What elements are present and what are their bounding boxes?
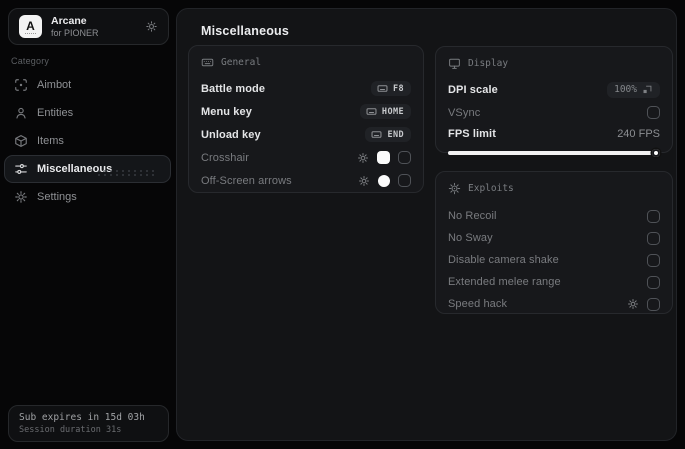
app-logo-letter: A bbox=[26, 18, 35, 33]
gear-icon[interactable] bbox=[357, 152, 369, 164]
display-header-label: Display bbox=[468, 57, 509, 69]
setting-label: No Recoil bbox=[448, 210, 497, 222]
setting-row-menu-key: Menu key HOME bbox=[201, 100, 411, 123]
setting-label: DPI scale bbox=[448, 83, 498, 96]
sidebar-item-aimbot[interactable]: Aimbot bbox=[4, 71, 171, 99]
setting-label: Menu key bbox=[201, 105, 252, 118]
setting-row-no-sway: No Sway bbox=[448, 227, 660, 249]
general-card: General Battle mode F8 Menu key HOME Unl… bbox=[188, 45, 424, 193]
keybind-unload-key[interactable]: END bbox=[365, 127, 411, 142]
gear-icon bbox=[14, 190, 28, 204]
display-header: Display bbox=[448, 56, 660, 70]
general-header-label: General bbox=[221, 56, 262, 68]
setting-row-battle-mode: Battle mode F8 bbox=[201, 77, 411, 100]
keyboard-icon bbox=[371, 129, 382, 140]
setting-row-speed-hack: Speed hack bbox=[448, 293, 660, 315]
setting-row-unload-key: Unload key END bbox=[201, 123, 411, 146]
fps-limit-slider[interactable] bbox=[448, 149, 660, 157]
sidebar-item-entities[interactable]: Entities bbox=[4, 99, 171, 127]
setting-row-fps-limit: FPS limit 240 FPS bbox=[448, 124, 660, 144]
extended-melee-range-checkbox[interactable] bbox=[647, 275, 660, 289]
setting-row-vsync: VSync bbox=[448, 101, 660, 124]
box-icon bbox=[14, 134, 28, 148]
setting-label: Disable camera shake bbox=[448, 254, 559, 266]
setting-label: FPS limit bbox=[448, 128, 496, 140]
setting-label: VSync bbox=[448, 106, 481, 119]
offscreen-arrows-color-swatch[interactable] bbox=[378, 174, 390, 187]
monitor-icon bbox=[448, 57, 461, 70]
sidebar-item-items[interactable]: Items bbox=[4, 127, 171, 155]
sub-expiry-text: Sub expires in 15d 03h bbox=[19, 412, 145, 423]
keybind-battle-mode[interactable]: F8 bbox=[370, 81, 411, 96]
scale-icon bbox=[642, 84, 653, 95]
sidebar: A Arcane for PIONER Category Aimbot Enti… bbox=[0, 0, 176, 449]
setting-row-crosshair: Crosshair bbox=[201, 146, 411, 169]
disable-camera-shake-checkbox[interactable] bbox=[647, 253, 660, 267]
setting-row-extended-melee-range: Extended melee range bbox=[448, 271, 660, 293]
keybind-value: END bbox=[387, 129, 404, 140]
keyboard-icon bbox=[366, 106, 377, 117]
app-titles: Arcane for PIONER bbox=[51, 15, 136, 39]
setting-label: Crosshair bbox=[201, 151, 249, 164]
sidebar-item-label: Entities bbox=[37, 107, 74, 119]
gear-icon[interactable] bbox=[145, 20, 158, 33]
sidebar-item-miscellaneous[interactable]: Miscellaneous bbox=[4, 155, 171, 183]
offscreen-arrows-checkbox[interactable] bbox=[398, 174, 411, 187]
subscription-card: Sub expires in 15d 03h Session duration … bbox=[8, 405, 169, 442]
setting-row-no-recoil: No Recoil bbox=[448, 205, 660, 227]
display-card: Display DPI scale 100% VSync FPS limit 2… bbox=[435, 46, 673, 157]
crosshair-checkbox[interactable] bbox=[398, 151, 411, 164]
app-header-card: A Arcane for PIONER bbox=[8, 8, 169, 45]
no-sway-checkbox[interactable] bbox=[647, 231, 660, 245]
keyboard-icon bbox=[201, 56, 214, 69]
setting-label: Battle mode bbox=[201, 82, 266, 95]
crosshair-color-swatch[interactable] bbox=[377, 151, 390, 164]
sidebar-item-settings[interactable]: Settings bbox=[4, 183, 171, 211]
setting-label: Extended melee range bbox=[448, 276, 561, 288]
app-window: A Arcane for PIONER Category Aimbot Enti… bbox=[0, 0, 685, 449]
main-panel: Miscellaneous General Battle mode F8 Men… bbox=[176, 8, 677, 441]
sidebar-nav: Aimbot Entities Items Miscellaneous Sett… bbox=[4, 71, 171, 211]
scan-icon bbox=[14, 78, 28, 92]
gear-icon[interactable] bbox=[627, 298, 639, 310]
no-recoil-checkbox[interactable] bbox=[647, 209, 660, 223]
category-label: Category bbox=[11, 56, 50, 66]
exploits-card: Exploits No Recoil No Sway Disable camer… bbox=[435, 171, 673, 314]
fps-limit-value: 240 FPS bbox=[617, 128, 660, 140]
setting-row-offscreen-arrows: Off-Screen arrows bbox=[201, 169, 411, 192]
vsync-checkbox[interactable] bbox=[647, 106, 660, 119]
keyboard-icon bbox=[377, 83, 388, 94]
sidebar-item-label: Aimbot bbox=[37, 79, 72, 91]
exploits-header: Exploits bbox=[448, 181, 660, 195]
setting-label: No Sway bbox=[448, 232, 493, 244]
keybind-value: HOME bbox=[381, 106, 404, 117]
slider-handle[interactable] bbox=[652, 149, 660, 157]
setting-label: Speed hack bbox=[448, 298, 508, 310]
speed-hack-checkbox[interactable] bbox=[647, 297, 660, 311]
slider-track bbox=[448, 151, 658, 155]
keybind-value: F8 bbox=[392, 83, 404, 94]
app-subtitle: for PIONER bbox=[51, 27, 99, 38]
setting-row-dpi-scale: DPI scale 100% bbox=[448, 78, 660, 101]
app-name: Arcane bbox=[51, 14, 87, 27]
gear-icon[interactable] bbox=[358, 175, 370, 187]
virus-icon bbox=[448, 182, 461, 195]
keybind-menu-key[interactable]: HOME bbox=[359, 104, 411, 119]
sidebar-item-label: Settings bbox=[37, 191, 77, 203]
exploits-header-label: Exploits bbox=[468, 182, 514, 194]
dpi-scale-value: 100% bbox=[614, 84, 637, 95]
session-duration-text: Session duration 31s bbox=[19, 425, 122, 435]
sidebar-item-label: Miscellaneous bbox=[37, 163, 113, 175]
dpi-scale-selector[interactable]: 100% bbox=[607, 81, 660, 98]
setting-label: Off-Screen arrows bbox=[201, 174, 292, 187]
sliders-icon bbox=[14, 162, 28, 176]
page-title: Miscellaneous bbox=[201, 24, 290, 38]
sidebar-item-label: Items bbox=[37, 135, 64, 147]
person-icon bbox=[14, 106, 28, 120]
general-header: General bbox=[201, 55, 411, 69]
app-logo: A bbox=[19, 15, 42, 38]
setting-row-disable-camera-shake: Disable camera shake bbox=[448, 249, 660, 271]
setting-label: Unload key bbox=[201, 128, 261, 141]
